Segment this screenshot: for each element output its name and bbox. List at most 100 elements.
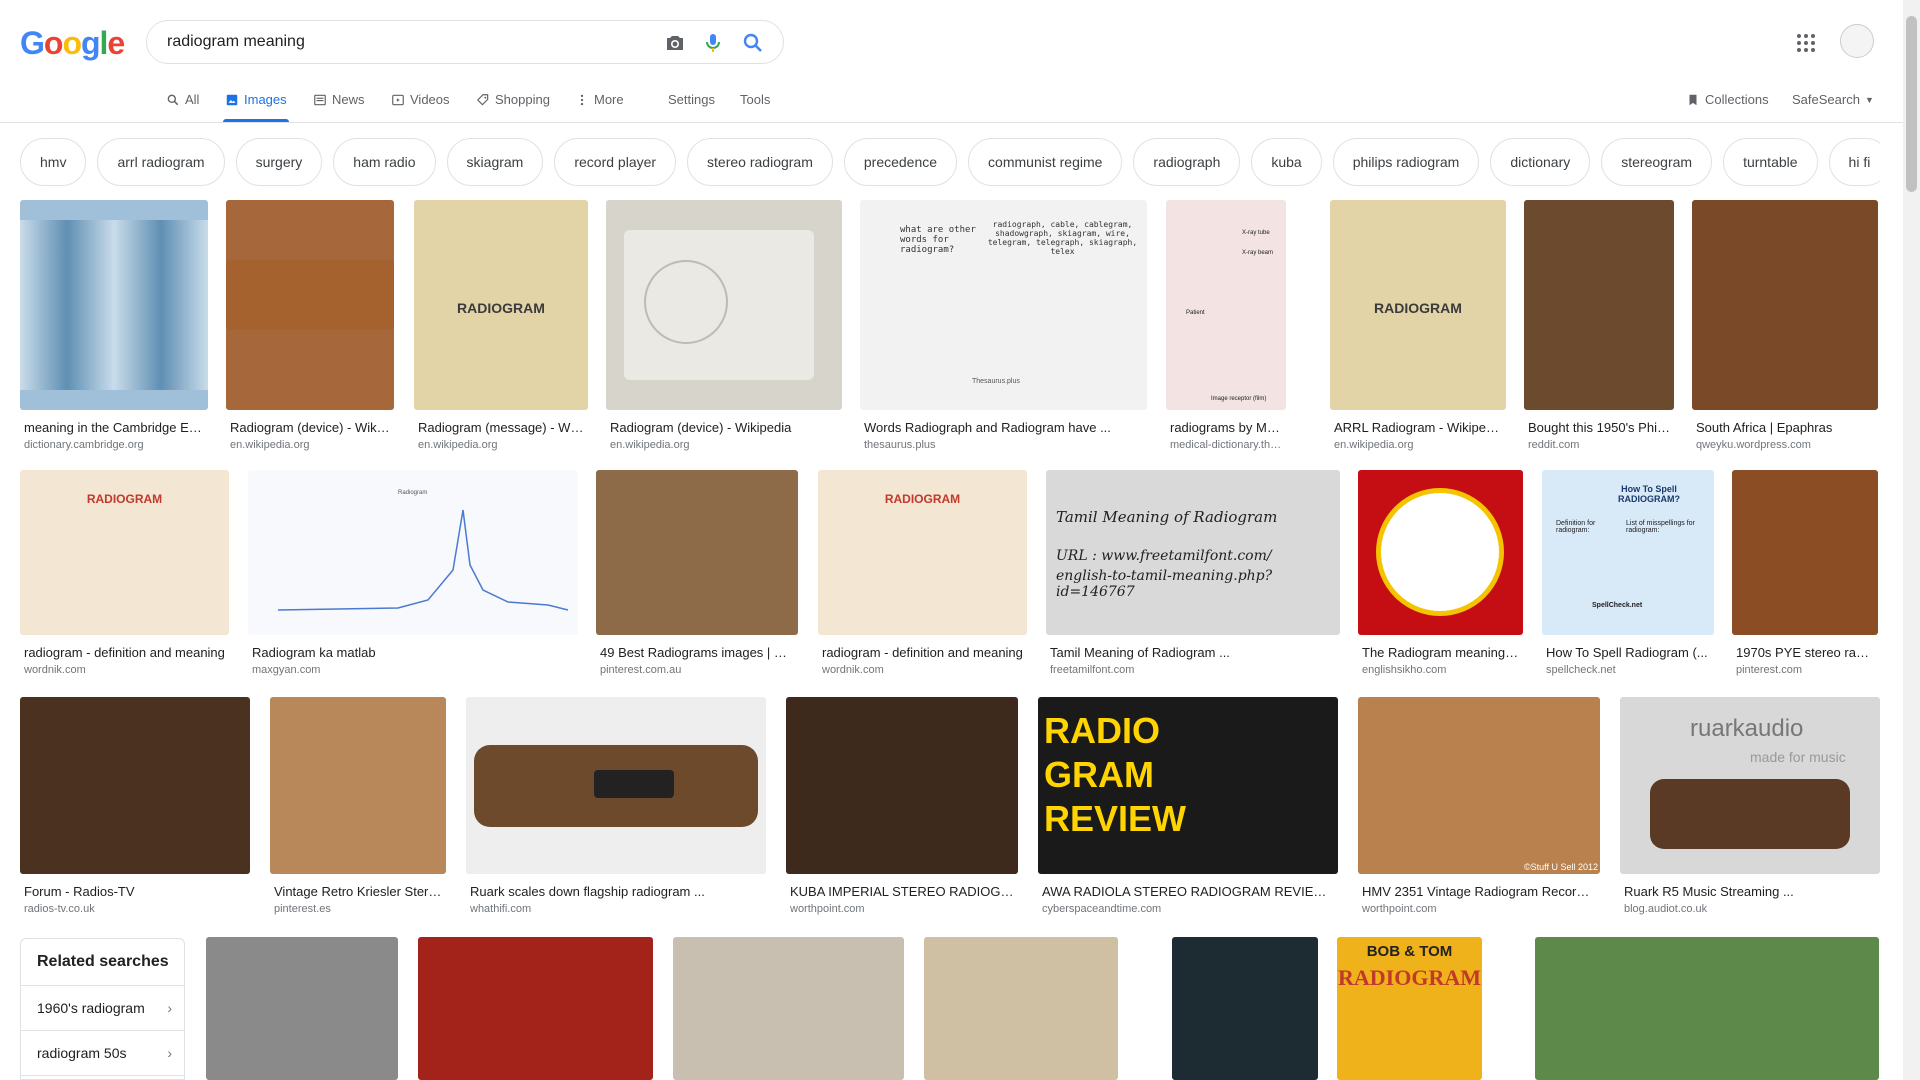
result-thumbnail[interactable]	[924, 937, 1118, 1080]
image-result[interactable]: RADIOGRAM radiogram - definition and mean…	[818, 470, 1027, 685]
image-result[interactable]: Tamil Meaning of Radiogram URL : www.free…	[1046, 470, 1340, 685]
suggestion-chip[interactable]: hmv	[20, 138, 87, 186]
result-thumbnail[interactable]	[1172, 937, 1318, 1080]
suggestion-chip[interactable]: turntable	[1723, 138, 1818, 186]
result-title[interactable]: AWA RADIOLA STEREO RADIOGRAM REVIEW b...	[1042, 884, 1334, 899]
suggestion-chip[interactable]: stereogram	[1601, 138, 1713, 186]
related-search-item[interactable]: radiogram 50s ›	[21, 1031, 184, 1076]
result-title[interactable]: South Africa | Epaphras	[1696, 420, 1874, 435]
image-result[interactable]: ruarkaudio made for music Ruark R5 Music S…	[1620, 697, 1880, 924]
image-result[interactable]: KUBA IMPERIAL STEREO RADIOGR... worthpoin…	[786, 697, 1018, 924]
result-thumbnail[interactable]	[270, 697, 446, 874]
image-result[interactable]: South Africa | Epaphras qweyku.wordpress.…	[1692, 200, 1878, 460]
result-thumbnail[interactable]	[786, 697, 1018, 874]
microphone-icon[interactable]	[701, 31, 725, 55]
result-thumbnail[interactable]: what are other words for radiogram? radio…	[860, 200, 1147, 410]
image-result[interactable]	[206, 937, 398, 1080]
result-title[interactable]: Radiogram (device) - Wiki...	[230, 420, 390, 435]
result-title[interactable]: Radiogram (device) - Wikipedia	[610, 420, 838, 435]
tab-images[interactable]: Images	[223, 92, 289, 122]
result-title[interactable]: Words Radiograph and Radiogram have ...	[864, 420, 1143, 435]
result-thumbnail[interactable]: How To Spell RADIOGRAM? Definition for ra…	[1542, 470, 1714, 635]
safesearch-toggle[interactable]: SafeSearch ▼	[1792, 92, 1874, 107]
google-logo[interactable]: Google	[20, 25, 125, 62]
result-thumbnail[interactable]	[418, 937, 653, 1080]
result-title[interactable]: ARRL Radiogram - Wikipedia	[1334, 420, 1502, 435]
tab-settings[interactable]: Settings	[668, 92, 715, 107]
image-result[interactable]: RADIO GRAM REVIEW AWA RADIOLA STEREO RADI…	[1038, 697, 1338, 924]
image-result[interactable]	[1172, 937, 1318, 1080]
result-title[interactable]: Tamil Meaning of Radiogram ...	[1050, 645, 1336, 660]
result-title[interactable]: Ruark scales down flagship radiogram ...	[470, 884, 762, 899]
image-result[interactable]: The Radiogram meaning i... englishsikho.c…	[1358, 470, 1523, 685]
suggestion-chip[interactable]: skiagram	[446, 138, 544, 186]
suggestion-chip[interactable]: radiograph	[1133, 138, 1241, 186]
result-title[interactable]: HMV 2351 Vintage Radiogram Record ...	[1362, 884, 1596, 899]
image-result[interactable]: X-ray tube X-ray beam Patient Image recepto…	[1166, 200, 1286, 460]
scrollbar-thumb[interactable]	[1906, 16, 1917, 192]
image-result[interactable]: 49 Best Radiograms images | Vi... pintere…	[596, 470, 798, 685]
search-query[interactable]: radiogram meaning	[167, 33, 305, 51]
result-thumbnail[interactable]: RADIOGRAM	[20, 470, 229, 635]
image-result[interactable]	[673, 937, 904, 1080]
image-result[interactable]	[418, 937, 653, 1080]
result-thumbnail[interactable]	[206, 937, 398, 1080]
suggestion-chip[interactable]: precedence	[843, 138, 958, 186]
image-result[interactable]: ©Stuff U Sell 2012 HMV 2351 Vintage Radio…	[1358, 697, 1600, 924]
suggestion-chip[interactable]: surgery	[235, 138, 323, 186]
suggestion-chip[interactable]: communist regime	[968, 138, 1123, 186]
result-thumbnail[interactable]: Radiogram	[248, 470, 578, 635]
result-title[interactable]: 1970s PYE stereo radi...	[1736, 645, 1874, 660]
image-result[interactable]: Ruark scales down flagship radiogram ...…	[466, 697, 766, 924]
result-thumbnail[interactable]	[20, 697, 250, 874]
result-title[interactable]: Bought this 1950's Phil...	[1528, 420, 1670, 435]
tab-all[interactable]: All	[166, 92, 199, 107]
image-result[interactable]: How To Spell RADIOGRAM? Definition for ra…	[1542, 470, 1714, 685]
result-title[interactable]: Radiogram ka matlab	[252, 645, 574, 660]
result-title[interactable]: KUBA IMPERIAL STEREO RADIOGR...	[790, 884, 1014, 899]
result-title[interactable]: Vintage Retro Kriesler Stere...	[274, 884, 442, 899]
image-result[interactable]: 1970s PYE stereo radi... pinterest.com	[1732, 470, 1878, 685]
suggestion-chip[interactable]: philips radiogram	[1332, 138, 1480, 186]
tab-videos[interactable]: Videos	[391, 92, 450, 107]
result-thumbnail[interactable]	[673, 937, 904, 1080]
image-result[interactable]: Bought this 1950's Phil... reddit.com	[1524, 200, 1674, 460]
image-result[interactable]: Forum - Radios-TV radios-tv.co.uk	[20, 697, 250, 924]
result-title[interactable]: Forum - Radios-TV	[24, 884, 246, 899]
result-thumbnail[interactable]: RADIOGRAM	[1330, 200, 1506, 410]
result-thumbnail[interactable]	[466, 697, 766, 874]
result-title[interactable]: radiograms by Medical...	[1170, 420, 1282, 435]
image-result[interactable]	[1535, 937, 1879, 1080]
image-result[interactable]: meaning in the Cambridge En... dictionary…	[20, 200, 208, 460]
result-thumbnail[interactable]: RADIOGRAM	[414, 200, 588, 410]
image-result[interactable]: Radiogram Radiogram ka matlab maxgyan.com	[248, 470, 578, 685]
suggestion-chip[interactable]: kuba	[1251, 138, 1322, 186]
image-result[interactable]: Radiogram (device) - Wikipedia en.wikiped…	[606, 200, 842, 460]
result-title[interactable]: The Radiogram meaning i...	[1362, 645, 1519, 660]
suggestion-chip[interactable]: dictionary	[1490, 138, 1591, 186]
tab-more[interactable]: More	[575, 92, 624, 107]
result-title[interactable]: radiogram - definition and meaning	[822, 645, 1023, 660]
result-title[interactable]: 49 Best Radiograms images | Vi...	[600, 645, 794, 660]
collections-link[interactable]: Collections	[1686, 92, 1769, 107]
result-thumbnail[interactable]	[606, 200, 842, 410]
tab-news[interactable]: News	[313, 92, 365, 107]
image-result[interactable]: RADIOGRAM radiogram - definition and mean…	[20, 470, 229, 685]
camera-icon[interactable]	[663, 31, 687, 55]
apps-grid-icon[interactable]	[1796, 33, 1816, 53]
result-title[interactable]: meaning in the Cambridge En...	[24, 420, 204, 435]
result-title[interactable]: How To Spell Radiogram (...	[1546, 645, 1710, 660]
result-thumbnail[interactable]	[1692, 200, 1878, 410]
image-result[interactable]: RADIOGRAM Radiogram (message) - Wi... en.w…	[414, 200, 588, 460]
suggestion-chip[interactable]: stereo radiogram	[687, 138, 833, 186]
tab-tools[interactable]: Tools	[740, 92, 770, 107]
result-thumbnail[interactable]: ruarkaudio made for music	[1620, 697, 1880, 874]
suggestion-chip[interactable]: ham radio	[333, 138, 436, 186]
result-thumbnail[interactable]: Tamil Meaning of Radiogram URL : www.free…	[1046, 470, 1340, 635]
search-box[interactable]: radiogram meaning	[146, 20, 784, 64]
image-result[interactable]	[924, 937, 1118, 1080]
result-title[interactable]: radiogram - definition and meaning	[24, 645, 225, 660]
suggestion-chip[interactable]: arrl radiogram	[97, 138, 225, 186]
suggestion-chip[interactable]: record player	[554, 138, 677, 186]
related-search-item[interactable]: 1960's radiogram ›	[21, 986, 184, 1031]
